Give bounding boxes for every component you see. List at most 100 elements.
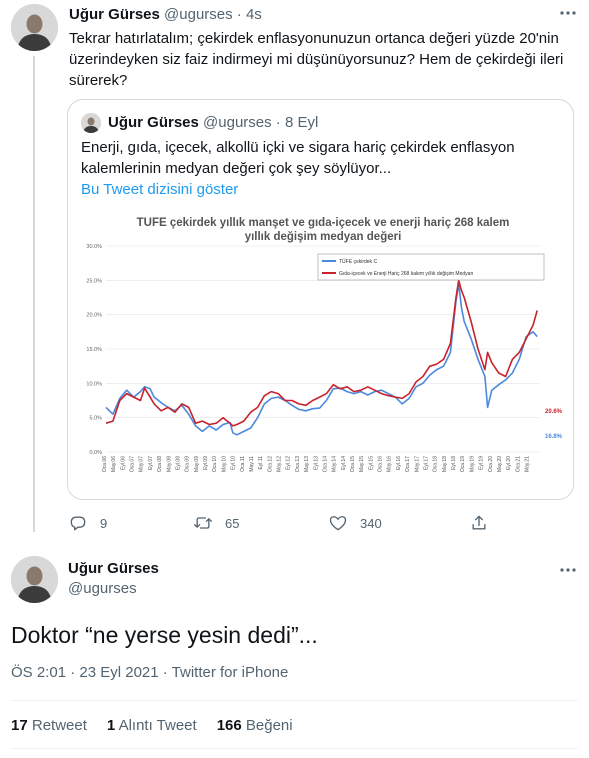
x-tick-label: Eyl.13: [313, 456, 319, 470]
x-tick-label: Oca.09: [185, 456, 191, 472]
share-button[interactable]: [469, 512, 501, 534]
stat-label: Retweet: [31, 717, 87, 734]
tweet-text: Tekrar hatırlatalım; çekirdek enflasyonu…: [69, 30, 564, 89]
x-tick-label: Eyl.20: [506, 456, 512, 470]
x-tick-label: Eyl.17: [423, 456, 429, 470]
thread-line: [33, 56, 35, 532]
stat-count: 17: [11, 717, 28, 734]
avatar: [81, 113, 101, 133]
avatar[interactable]: [11, 556, 58, 603]
y-tick-label: 25.0%: [86, 278, 102, 284]
y-tick-label: 5.0%: [89, 416, 102, 422]
show-thread-link[interactable]: Bu Tweet dizisini göster: [81, 181, 238, 198]
chart-title-line2: yıllık değişim medyan değeri: [245, 231, 402, 243]
legend-label-median: Gıda-içecek ve Enerji Hariç 268 kalem yı…: [339, 271, 473, 277]
stat-retweets[interactable]: 17 Retweet: [11, 717, 87, 734]
more-dots-icon[interactable]: [556, 560, 580, 580]
retweet-count: 65: [225, 515, 240, 531]
display-name[interactable]: Uğur Gürses: [69, 6, 160, 23]
x-tick-label: Oca.20: [488, 456, 494, 472]
retweet-button[interactable]: 65: [193, 512, 239, 534]
quoted-tweet-card[interactable]: Uğur Gürses @ugurses · 8 Eyl Enerji, gıd…: [67, 99, 574, 500]
y-tick-label: 10.0%: [86, 381, 102, 387]
x-tick-label: Oca.17: [405, 456, 411, 472]
engagement-stats: 17 Retweet 1 Alıntı Tweet 166 Beğeni: [11, 717, 313, 734]
x-tick-label: Eyl.06: [120, 456, 126, 470]
x-tick-label: May.20: [497, 456, 503, 472]
x-tick-label: Oca.21: [515, 456, 521, 472]
series-line-tufe: [105, 283, 538, 436]
x-tick-label: Oca.08: [157, 456, 163, 472]
x-tick-label: Oca.18: [433, 456, 439, 472]
like-button[interactable]: 340: [328, 512, 382, 534]
reply-icon: [70, 516, 86, 531]
avatar[interactable]: [11, 4, 58, 51]
x-tick-label: Oca.07: [130, 456, 136, 472]
x-tick-label: Eyl.16: [396, 456, 402, 470]
end-label-median: 20.6%: [545, 409, 563, 415]
x-tick-label: May.12: [277, 456, 283, 472]
stat-label: Beğeni: [245, 717, 293, 734]
x-tick-label: May.13: [304, 456, 310, 472]
x-tick-label: Eyl.14: [341, 456, 347, 470]
x-tick-label: May.11: [249, 456, 255, 472]
x-tick-label: May.19: [469, 456, 475, 472]
x-tick-label: May.16: [387, 456, 393, 472]
stat-label: Alıntı Tweet: [118, 717, 197, 734]
stat-count: 1: [106, 717, 116, 734]
x-tick-label: Eyl.09: [203, 456, 209, 470]
y-tick-label: 30.0%: [86, 244, 102, 250]
timestamp: 8 Eyl: [284, 114, 319, 131]
x-tick-label: Eyl.19: [479, 456, 485, 470]
x-tick-label: May.21: [525, 456, 531, 472]
x-tick-label: Eyl.10: [231, 456, 237, 470]
x-tick-label: Eyl.15: [368, 456, 374, 470]
reply-count: 9: [100, 515, 108, 531]
x-tick-label: Oca.19: [460, 456, 466, 472]
tweet-timestamp[interactable]: ÖS 2:01 · 23 Eyl 2021 · Twitter for iPho…: [11, 664, 288, 681]
display-name: Uğur Gürses: [108, 114, 199, 131]
y-tick-label: 20.0%: [86, 313, 102, 319]
handle[interactable]: @ugurses: [164, 6, 233, 23]
retweet-icon: [194, 517, 212, 529]
y-tick-label: 15.0%: [86, 347, 102, 353]
tweet-text: Doktor “ne yerse yesin dedi”...: [11, 622, 318, 648]
more-dots-icon[interactable]: [556, 3, 580, 23]
series-line-median: [105, 279, 538, 427]
share-icon: [472, 515, 486, 530]
x-tick-label: Eyl.07: [148, 456, 154, 470]
x-tick-label: Eyl.12: [286, 456, 292, 470]
avatar-photo: [11, 4, 58, 51]
chart-legend: TÜFE çekirdek C Gıda-içecek ve Enerji Ha…: [317, 253, 545, 281]
x-tick-label: Oca.13: [295, 456, 301, 472]
reply-button[interactable]: 9: [68, 512, 107, 534]
x-tick-label: May.09: [194, 456, 200, 472]
x-tick-label: Oca.11: [240, 456, 246, 472]
x-tick-label: Oca.16: [378, 456, 384, 472]
x-tick-label: May.08: [166, 456, 172, 472]
stat-likes[interactable]: 166 Beğeni: [217, 717, 293, 734]
x-tick-label: Eyl.18: [451, 456, 457, 470]
end-label-tufe: 16.8%: [545, 434, 563, 440]
heart-icon: [329, 516, 347, 531]
x-tick-label: May.15: [359, 456, 365, 472]
separator-dot: ·: [275, 114, 281, 131]
legend-label-tufe: TÜFE çekirdek C: [339, 258, 377, 265]
y-tick-label: 0.0%: [89, 450, 102, 456]
x-tick-label: Eyl.11: [258, 456, 264, 470]
quoted-tweet-text: Enerji, gıda, içecek, alkollü içki ve si…: [81, 139, 515, 177]
x-tick-label: May.18: [442, 456, 448, 472]
chart-title-line1: TUFE çekirdek yıllık manşet ve gıda-içec…: [137, 217, 510, 229]
x-tick-label: Oca.14: [322, 456, 328, 472]
x-tick-label: Eyl.08: [175, 456, 181, 470]
avatar-photo: [11, 556, 58, 603]
display-name[interactable]: Uğur Gürses: [68, 560, 159, 577]
x-tick-label: May.07: [139, 456, 145, 472]
like-count: 340: [360, 515, 382, 531]
quoted-tweet-header: Uğur Gürses @ugurses · 8 Eyl: [108, 114, 318, 131]
stat-quote-tweets[interactable]: 1 Alıntı Tweet: [107, 717, 197, 734]
handle[interactable]: @ugurses: [68, 580, 137, 597]
timestamp[interactable]: 4s: [246, 6, 262, 23]
tweet-header: Uğur Gürses @ugurses · 4s: [69, 6, 262, 23]
inflation-chart[interactable]: TUFE çekirdek yıllık manşet ve gıda-içec…: [68, 212, 573, 500]
